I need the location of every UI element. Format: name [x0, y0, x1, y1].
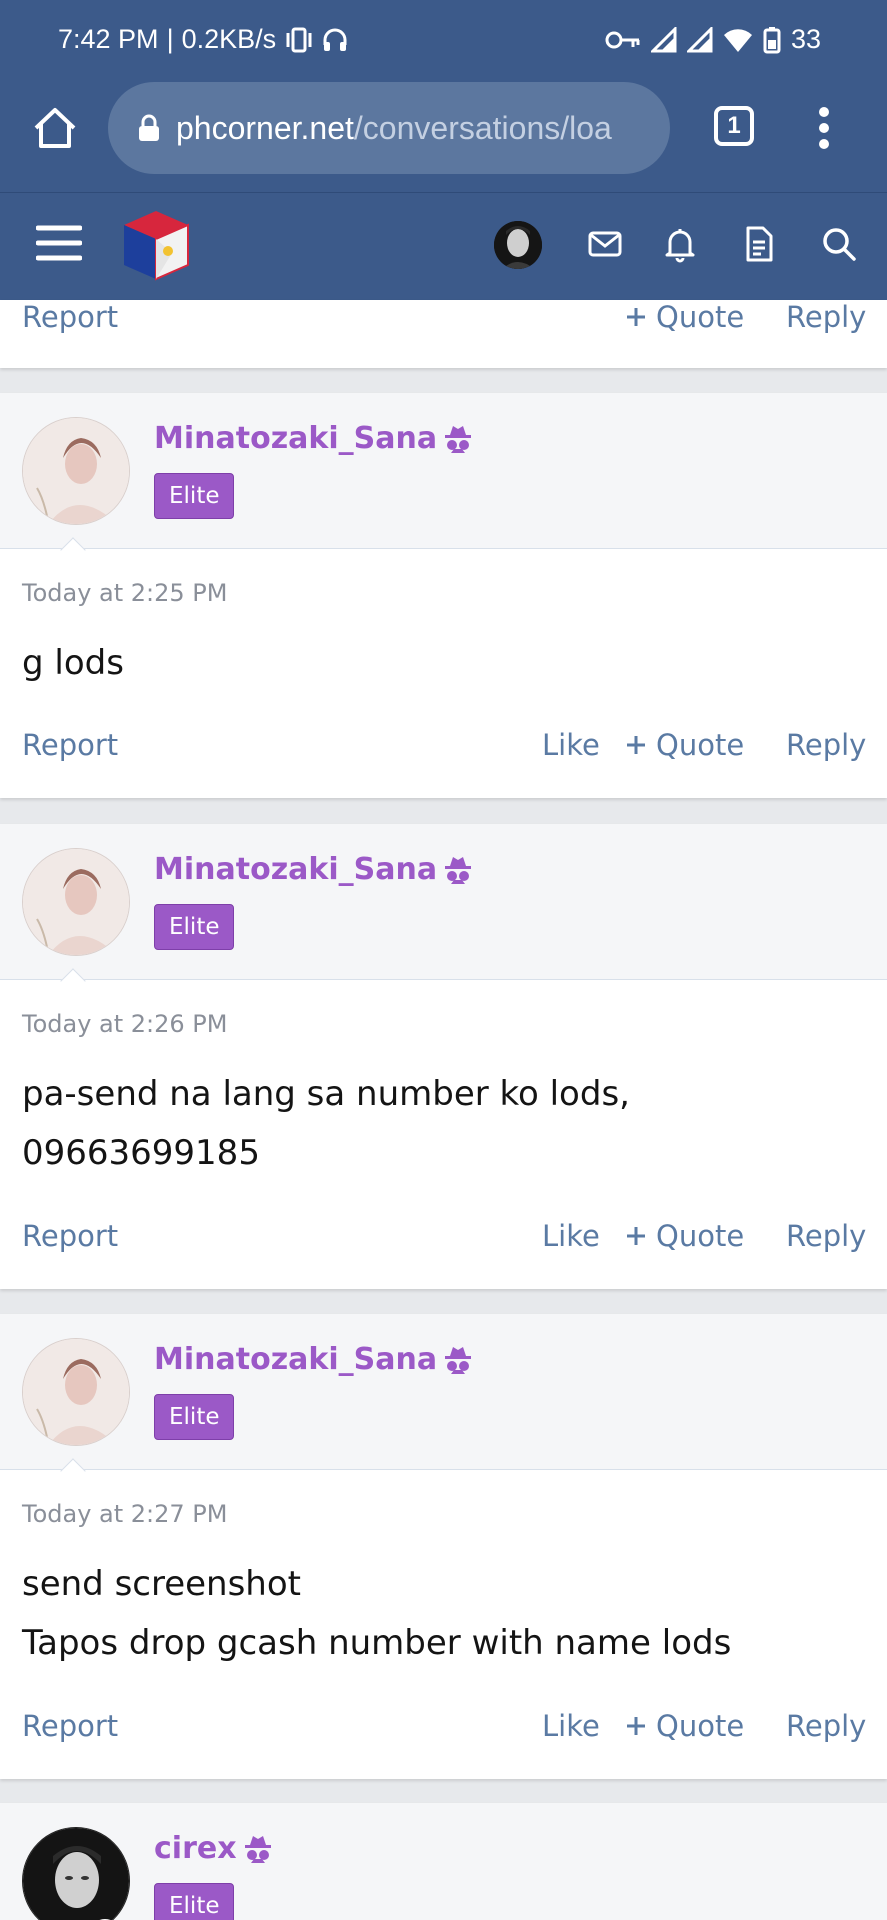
role-badge: Elite	[154, 904, 235, 950]
quote-link[interactable]: Quote	[626, 300, 744, 334]
avatar[interactable]	[22, 1338, 130, 1446]
message-line: send screenshot	[22, 1564, 301, 1604]
username-text: Minatozaki_Sana	[154, 852, 438, 887]
url-text: phcorner.net/conversations/loa	[176, 110, 612, 147]
message-line: 09663699185	[22, 1133, 260, 1173]
username-text: cirex	[154, 1831, 237, 1866]
plus-icon	[627, 736, 645, 754]
role-badge: Elite	[154, 1394, 235, 1440]
role-badge: Elite	[154, 473, 235, 519]
message-body: send screenshot Tapos drop gcash number …	[22, 1555, 731, 1673]
document-icon[interactable]	[740, 225, 778, 263]
message-line: Tapos drop gcash number with name lods	[22, 1623, 732, 1663]
message-user-header: Minatozaki_Sana Elite	[0, 824, 887, 994]
vibrate-icon	[286, 27, 312, 52]
status-net-speed: 0.2KB/s	[181, 24, 277, 54]
site-header	[0, 192, 887, 300]
message-body: pa-send na lang sa number ko lods, 09663…	[22, 1065, 630, 1183]
message-block: Minatozaki_Sana Elite Today at 2:26 PM p…	[0, 824, 887, 1289]
avatar-pointer	[60, 537, 86, 563]
url-field[interactable]: phcorner.net/conversations/loa	[108, 82, 670, 174]
message-block: Minatozaki_Sana Elite Today at 2:27 PM s…	[0, 1314, 887, 1779]
mail-icon[interactable]	[586, 225, 624, 263]
like-link[interactable]: Like	[542, 1709, 600, 1743]
message-line: pa-send na lang sa number ko lods,	[22, 1074, 630, 1114]
incognito-icon	[445, 425, 472, 453]
plus-icon	[627, 1717, 645, 1735]
username[interactable]: Minatozaki_Sana	[154, 421, 473, 456]
username[interactable]: Minatozaki_Sana	[154, 1342, 473, 1377]
url-domain: phcorner.net	[176, 109, 354, 146]
quote-link[interactable]: Quote	[626, 1709, 744, 1743]
message-timestamp: Today at 2:27 PM	[22, 1500, 228, 1528]
username[interactable]: cirex	[154, 1831, 273, 1866]
reply-link[interactable]: Reply	[786, 1219, 866, 1253]
message-block: cirex Elite	[0, 1803, 887, 1920]
bell-icon[interactable]	[661, 225, 699, 263]
browser-toolbar: phcorner.net/conversations/loa 1	[0, 80, 887, 192]
reply-link[interactable]: Reply	[786, 300, 866, 334]
message-user-header: Minatozaki_Sana Elite	[0, 1314, 887, 1484]
signal-icon	[650, 26, 677, 52]
headset-icon	[323, 28, 347, 51]
status-left: 7:42 PM | 0.2KB/s	[58, 24, 348, 55]
avatar-pointer	[60, 968, 86, 994]
reply-link[interactable]: Reply	[786, 1709, 866, 1743]
report-link[interactable]: Report	[22, 728, 118, 762]
battery-level: 33	[790, 24, 821, 54]
home-icon[interactable]	[30, 104, 80, 154]
message-user-header: Minatozaki_Sana Elite	[0, 393, 887, 563]
overflow-menu-icon[interactable]	[812, 106, 836, 150]
message-timestamp: Today at 2:26 PM	[22, 1010, 228, 1038]
report-link[interactable]: Report	[22, 300, 118, 334]
plus-icon	[627, 308, 645, 326]
status-right: 33	[605, 24, 821, 55]
quote-label: Quote	[656, 300, 745, 334]
lock-icon	[139, 114, 159, 141]
quote-link[interactable]: Quote	[626, 1219, 744, 1253]
message-user-header: cirex Elite	[0, 1803, 887, 1920]
username-text: Minatozaki_Sana	[154, 1342, 438, 1377]
role-badge: Elite	[154, 1883, 235, 1920]
status-bar: 7:42 PM | 0.2KB/s 33	[0, 0, 887, 80]
status-time: 7:42 PM	[58, 24, 159, 54]
site-logo[interactable]	[118, 207, 194, 283]
username[interactable]: Minatozaki_Sana	[154, 852, 473, 887]
report-link[interactable]: Report	[22, 1219, 118, 1253]
vpn-key-icon	[605, 31, 640, 48]
url-path: /conversations/loa	[353, 109, 612, 146]
hamburger-menu-icon[interactable]	[36, 223, 82, 263]
quote-label: Quote	[656, 1219, 745, 1253]
report-link[interactable]: Report	[22, 1709, 118, 1743]
avatar-pointer	[60, 1458, 86, 1484]
signal-icon-2	[686, 26, 713, 52]
quote-label: Quote	[656, 1709, 745, 1743]
battery-icon	[763, 26, 781, 53]
status-separator: |	[166, 24, 174, 54]
avatar[interactable]	[22, 848, 130, 956]
message-line: g lods	[22, 643, 124, 683]
search-icon[interactable]	[820, 225, 858, 263]
avatar[interactable]	[22, 1827, 130, 1920]
quote-label: Quote	[656, 728, 745, 762]
message-body: g lods	[22, 634, 124, 693]
username-text: Minatozaki_Sana	[154, 421, 438, 456]
message-block: Minatozaki_Sana Elite Today at 2:25 PM g…	[0, 393, 887, 798]
plus-icon	[627, 1227, 645, 1245]
incognito-icon	[244, 1835, 271, 1863]
previous-message-footer: Report Quote Reply	[0, 300, 887, 368]
header-user-avatar[interactable]	[494, 221, 542, 269]
message-timestamp: Today at 2:25 PM	[22, 579, 228, 607]
like-link[interactable]: Like	[542, 1219, 600, 1253]
tab-switcher-button[interactable]: 1	[714, 106, 754, 146]
avatar[interactable]	[22, 417, 130, 525]
reply-link[interactable]: Reply	[786, 728, 866, 762]
incognito-icon	[445, 1346, 472, 1374]
wifi-icon	[723, 28, 752, 52]
incognito-icon	[445, 856, 472, 884]
like-link[interactable]: Like	[542, 728, 600, 762]
quote-link[interactable]: Quote	[626, 728, 744, 762]
